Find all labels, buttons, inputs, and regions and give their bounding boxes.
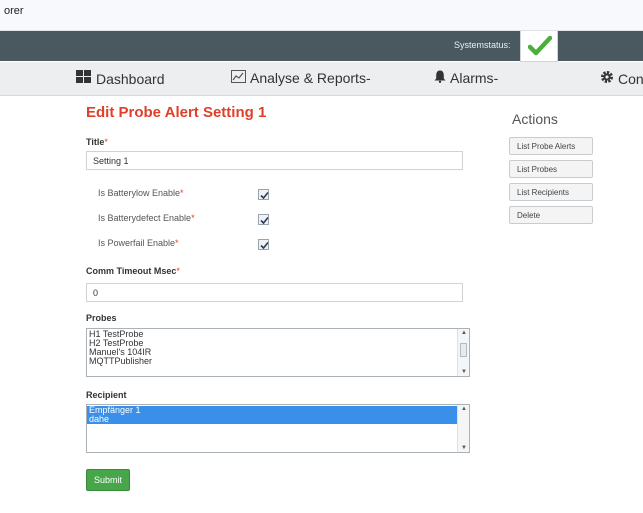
main-navbar: Dashboard Analyse & Reports - Alarms - Con <box>0 62 643 96</box>
dashboard-grid-icon <box>76 70 92 87</box>
scroll-up-arrow-icon[interactable]: ▲ <box>461 330 467 336</box>
recipient-listbox[interactable]: Empfänger 1 dahe ▲ ▼ <box>86 404 470 453</box>
window-title: orer <box>4 5 24 17</box>
recipient-label: Recipient <box>86 390 127 400</box>
list-item[interactable]: Empfänger 1 <box>87 406 469 415</box>
dropdown-caret: - <box>365 70 371 86</box>
chart-icon <box>231 70 246 86</box>
nav-analyse-reports[interactable]: Analyse & Reports - <box>231 70 371 86</box>
batterydefect-label: Is Batterydefect Enable* <box>98 213 195 223</box>
probes-label: Probes <box>86 313 117 323</box>
dropdown-caret: - <box>493 70 499 86</box>
list-item[interactable]: MQTTPublisher <box>87 357 469 366</box>
batterylow-label: Is Batterylow Enable* <box>98 188 184 198</box>
system-status-label: Systemstatus: <box>454 40 511 50</box>
submit-button[interactable]: Submit <box>86 469 130 491</box>
probes-scrollbar[interactable]: ▲ ▼ <box>457 329 469 376</box>
nav-config[interactable]: Con <box>600 70 643 87</box>
scroll-up-arrow-icon[interactable]: ▲ <box>461 406 467 412</box>
list-item[interactable]: dahe <box>87 415 469 424</box>
batterylow-checkbox[interactable] <box>258 189 269 200</box>
scroll-down-arrow-icon[interactable]: ▼ <box>461 445 467 451</box>
checkmark-icon <box>528 35 552 56</box>
scroll-thumb[interactable] <box>460 343 467 357</box>
delete-button[interactable]: Delete <box>509 206 593 224</box>
title-input[interactable]: Setting 1 <box>86 151 463 170</box>
nav-alarms-label: Alarms <box>450 70 494 86</box>
nav-config-label: Con <box>618 70 643 87</box>
nav-dashboard-label: Dashboard <box>96 70 165 87</box>
probes-listbox[interactable]: H1 TestProbe H2 TestProbe Manuel's 104IR… <box>86 328 470 377</box>
bell-icon <box>434 70 446 86</box>
page-title: Edit Probe Alert Setting 1 <box>86 104 267 121</box>
batterydefect-checkbox[interactable] <box>258 214 269 225</box>
list-item[interactable]: H1 TestProbe <box>87 330 469 339</box>
list-probes-button[interactable]: List Probes <box>509 160 593 178</box>
scroll-down-arrow-icon[interactable]: ▼ <box>461 369 467 375</box>
title-field-label: Title* <box>86 137 108 147</box>
nav-alarms[interactable]: Alarms - <box>434 70 498 86</box>
gear-icon <box>600 70 614 87</box>
comm-timeout-label: Comm Timeout Msec* <box>86 266 180 276</box>
actions-heading: Actions <box>512 111 558 127</box>
nav-dashboard[interactable]: Dashboard <box>76 70 165 87</box>
browser-titlebar: orer <box>0 0 643 31</box>
powerfail-checkbox[interactable] <box>258 239 269 250</box>
nav-analyse-label: Analyse & Reports <box>250 70 366 86</box>
powerfail-label: Is Powerfail Enable* <box>98 238 179 248</box>
recipient-scrollbar[interactable]: ▲ ▼ <box>457 405 469 452</box>
comm-timeout-input[interactable]: 0 <box>86 283 463 302</box>
list-recipients-button[interactable]: List Recipients <box>509 183 593 201</box>
system-status-indicator[interactable] <box>520 31 558 62</box>
list-probe-alerts-button[interactable]: List Probe Alerts <box>509 137 593 155</box>
